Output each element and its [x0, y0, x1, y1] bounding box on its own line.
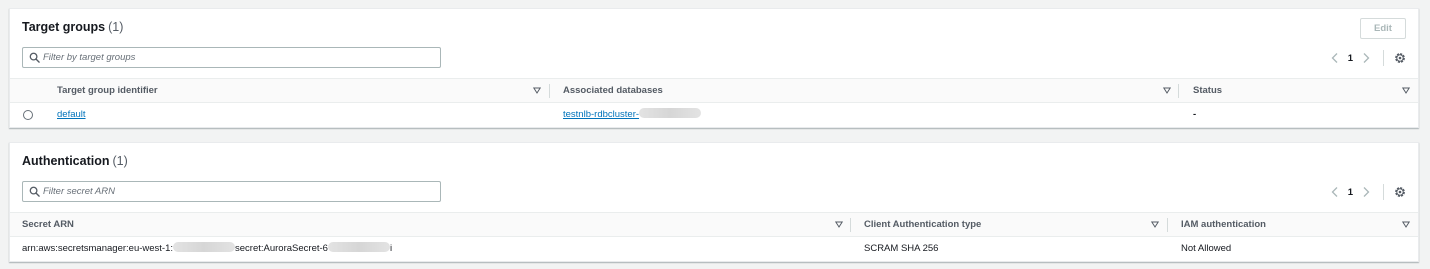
column-divider[interactable] [1167, 218, 1168, 232]
column-header-secret-arn[interactable]: Secret ARN [22, 213, 74, 236]
target-groups-count: (1) [108, 20, 124, 34]
column-header-status[interactable]: Status [1193, 79, 1222, 102]
iam-authentication-value: Not Allowed [1181, 243, 1232, 254]
divider [1383, 50, 1384, 66]
search-input[interactable] [43, 182, 433, 201]
chevron-right-icon[interactable] [1361, 52, 1371, 64]
target-groups-panel: Target groups(1) Edit 1 Target group ide… [9, 8, 1419, 128]
redacted-block [173, 242, 236, 253]
secret-arn-suffix: i [389, 243, 393, 254]
pagination: 1 [1330, 50, 1406, 66]
divider [1383, 184, 1384, 200]
search-icon [29, 186, 40, 197]
table-row: default testnlb-rdbcluster- - [10, 103, 1418, 127]
search-icon [29, 52, 40, 63]
redacted-block [639, 108, 702, 119]
panel-title: Authentication (1) [22, 154, 128, 168]
authentication-panel: Authentication(1) 1 Secret ARN Client Au… [9, 142, 1419, 262]
sort-down-icon[interactable] [835, 221, 843, 228]
column-divider[interactable] [549, 84, 550, 98]
column-divider[interactable] [850, 218, 851, 232]
column-header-client-authentication-type[interactable]: Client Authentication type [864, 213, 981, 236]
column-header-target-group-identifier[interactable]: Target group identifier [57, 79, 158, 102]
chevron-left-icon[interactable] [1330, 186, 1340, 198]
sort-down-icon[interactable] [1402, 221, 1410, 228]
authentication-count: (1) [112, 154, 128, 168]
chevron-right-icon[interactable] [1361, 186, 1371, 198]
sort-down-icon[interactable] [1151, 221, 1159, 228]
column-header-iam-authentication[interactable]: IAM authentication [1181, 213, 1266, 236]
client-auth-type-value: SCRAM SHA 256 [864, 243, 939, 254]
associated-database-link[interactable]: testnlb-rdbcluster- [563, 109, 639, 120]
sort-down-icon[interactable] [1163, 87, 1171, 94]
radio-icon[interactable] [23, 110, 33, 120]
target-groups-filter[interactable] [22, 47, 441, 68]
column-divider[interactable] [1178, 84, 1179, 98]
table-row: arn:aws:secretsmanager:eu-west-1: secret:… [10, 237, 1418, 261]
associated-database-cell: testnlb-rdbcluster- [563, 103, 702, 127]
target-groups-title: Target groups [22, 20, 106, 34]
search-input[interactable] [43, 48, 433, 67]
redacted-block [327, 242, 390, 253]
secret-arn-filter[interactable] [22, 181, 441, 202]
sort-down-icon[interactable] [533, 87, 541, 94]
edit-button[interactable]: Edit [1360, 18, 1406, 39]
secret-arn-middle: secret:AuroraSecret-6 [235, 243, 328, 254]
table-header: Target group identifier Associated datab… [10, 78, 1418, 103]
gear-icon[interactable] [1394, 186, 1406, 198]
table-header: Secret ARN Client Authentication type IA… [10, 212, 1418, 237]
pagination: 1 [1330, 184, 1406, 200]
status-value: - [1193, 109, 1197, 120]
secret-arn-prefix: arn:aws:secretsmanager:eu-west-1: [22, 243, 174, 254]
page-number[interactable]: 1 [1348, 53, 1353, 64]
chevron-left-icon[interactable] [1330, 52, 1340, 64]
target-group-link[interactable]: default [57, 103, 86, 127]
page-number[interactable]: 1 [1348, 187, 1353, 198]
panel-title: Target groups (1) [22, 20, 123, 34]
gear-icon[interactable] [1394, 52, 1406, 64]
secret-arn-cell: arn:aws:secretsmanager:eu-west-1: secret:… [22, 237, 392, 261]
sort-down-icon[interactable] [1402, 87, 1410, 94]
authentication-title: Authentication [22, 154, 110, 168]
column-header-associated-databases[interactable]: Associated databases [563, 79, 663, 102]
